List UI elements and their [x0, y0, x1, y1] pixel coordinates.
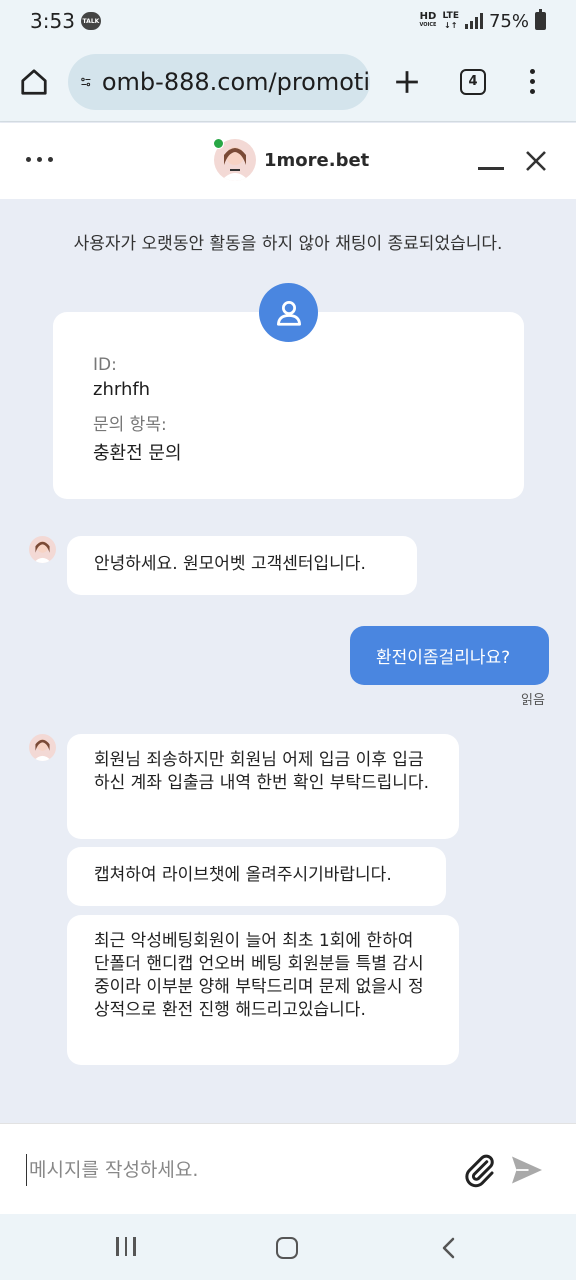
chat-title: 1more.bet [264, 149, 370, 171]
recent-apps-button[interactable] [116, 1237, 136, 1256]
user-message-bubble: 환전이좀걸리나요? [350, 626, 549, 685]
minimize-button[interactable] [478, 167, 504, 170]
tab-switcher-button[interactable]: 4 [460, 68, 486, 95]
voice-label: VOICE [419, 22, 437, 28]
agent-avatar [29, 734, 56, 761]
send-icon [512, 1156, 542, 1184]
id-label: ID: [93, 355, 117, 375]
status-bar: 3:53 TALK HD VOICE LTE ↓↑ 75% [0, 0, 576, 42]
home-button[interactable] [0, 42, 68, 122]
hd-label: HD [419, 11, 437, 22]
battery-level: 75% [488, 10, 529, 32]
paperclip-icon [465, 1154, 494, 1188]
home-icon [21, 68, 47, 95]
url-text: omb-888.com/promoti [101, 67, 370, 96]
address-bar[interactable]: omb-888.com/promoti [68, 53, 370, 110]
message-input[interactable] [26, 1154, 446, 1186]
agent-message-bubble: 안녕하세요. 원모어벳 고객센터입니다. [67, 536, 417, 595]
back-button[interactable] [440, 1236, 458, 1264]
signal-icon [464, 13, 483, 29]
online-status-dot [213, 138, 224, 149]
chat-more-options-button[interactable] [26, 157, 53, 162]
status-indicators: HD VOICE LTE ↓↑ 75% [419, 9, 546, 32]
topic-label: 문의 항목: [93, 415, 167, 435]
attach-button[interactable] [462, 1152, 498, 1188]
chat-title-group: 1more.bet [214, 139, 369, 181]
new-tab-button[interactable] [390, 65, 424, 99]
system-home-button[interactable] [276, 1237, 298, 1259]
hd-voice-icon: HD VOICE [419, 12, 436, 30]
chat-header: 1more.bet [0, 123, 576, 199]
chat-messages-area[interactable]: 사용자가 오랫동안 활동을 하지 않아 채팅이 종료되었습니다. ID: zhr… [0, 199, 576, 1123]
agent-message-bubble: 캡쳐하여 라이브챗에 올려주시기바랍니다. [67, 847, 446, 906]
browser-toolbar: omb-888.com/promoti 4 [0, 42, 576, 122]
status-time: 3:53 [30, 9, 75, 33]
browser-menu-button[interactable] [522, 69, 542, 94]
read-receipt: 읽음 [521, 693, 545, 708]
agent-avatar [29, 536, 56, 563]
agent-message-bubble: 회원님 죄송하지만 회원님 어제 입금 이후 입금하신 계좌 입출금 내역 한번… [67, 734, 459, 839]
back-icon [442, 1237, 455, 1259]
user-icon [259, 283, 318, 342]
id-value: zhrhfh [93, 379, 151, 400]
close-button[interactable] [524, 149, 548, 177]
lte-label: LTE [442, 11, 459, 21]
system-navigation-bar [0, 1214, 576, 1280]
close-icon [526, 151, 546, 171]
plus-icon [396, 70, 418, 93]
lte-icon: LTE ↓↑ [442, 11, 459, 30]
send-button[interactable] [508, 1152, 548, 1188]
site-settings-icon[interactable] [80, 70, 92, 94]
message-composer [0, 1123, 576, 1214]
chat-ended-notice: 사용자가 오랫동안 활동을 하지 않아 채팅이 종료되었습니다. [73, 234, 503, 254]
battery-icon [535, 9, 546, 30]
topic-value: 충환전 문의 [93, 443, 182, 464]
talk-notification-icon: TALK [80, 12, 101, 30]
agent-message-bubble: 최근 악성베팅회원이 늘어 최초 1회에 한하여 단폴더 핸디캡 언오버 베팅 … [67, 915, 459, 1065]
